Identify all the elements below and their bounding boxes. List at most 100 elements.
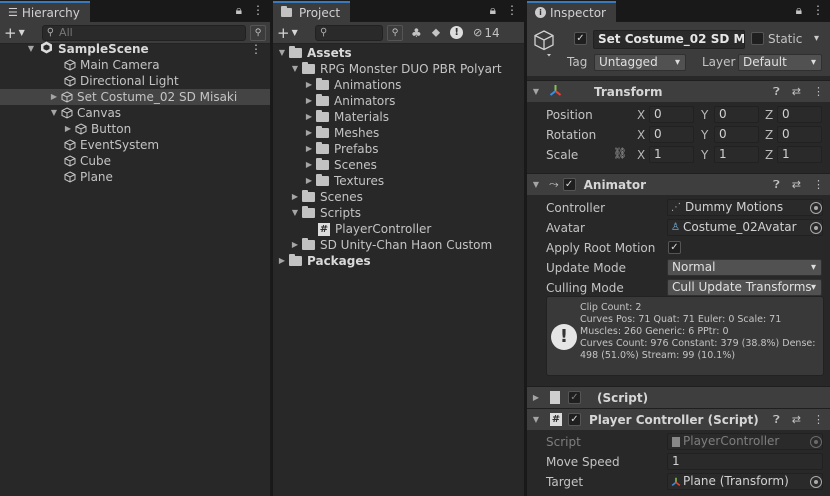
project-item-scripts[interactable]: ▼ Scripts	[290, 205, 361, 221]
search-input[interactable]: ⚲ All	[41, 24, 247, 41]
expanded-arrow-icon[interactable]: ▼	[531, 415, 541, 424]
collapsed-arrow-icon[interactable]: ▶	[304, 173, 314, 189]
hierarchy-item-canvas[interactable]: ▼ Canvas	[49, 105, 121, 121]
apply-root-motion-checkbox[interactable]: ✓	[668, 241, 681, 254]
update-mode-dropdown[interactable]: Normal	[667, 259, 822, 276]
kebab-menu-icon[interactable]: ⋮	[813, 85, 824, 99]
collapsed-arrow-icon[interactable]: ▶	[49, 89, 59, 105]
expanded-arrow-icon[interactable]: ▼	[290, 205, 300, 221]
project-item-materials[interactable]: ▶ Materials	[304, 109, 389, 125]
hierarchy-item-eventsystem[interactable]: EventSystem	[62, 137, 159, 153]
transform-header[interactable]: ▼ Transform ❓︎ ⇄ ⋮	[527, 80, 830, 102]
lock-icon[interactable]: 🔒︎	[490, 3, 496, 18]
lock-icon[interactable]: 🔒︎	[236, 3, 242, 18]
expanded-arrow-icon[interactable]: ▼	[531, 87, 541, 96]
controller-field[interactable]: ⋰ Dummy Motions	[667, 199, 823, 216]
animator-header[interactable]: ▼ ⤳ ✓ Animator ❓︎ ⇄ ⋮	[527, 173, 830, 195]
object-name-input[interactable]: Set Costume_02 SD Misa	[593, 30, 745, 49]
hierarchy-item-plane[interactable]: Plane	[62, 169, 113, 185]
object-picker-icon[interactable]	[810, 222, 822, 234]
tab-inspector[interactable]: i Inspector	[527, 1, 616, 22]
hierarchy-item-set-costume[interactable]: ▶ Set Costume_02 SD Misaki	[0, 89, 270, 105]
expanded-arrow-icon[interactable]: ▼	[290, 61, 300, 77]
project-item-meshes[interactable]: ▶ Meshes	[304, 125, 379, 141]
script-enabled-checkbox[interactable]: ✓	[568, 391, 581, 404]
gameobject-icon[interactable]	[533, 30, 555, 58]
position-x-field[interactable]: 0	[649, 106, 694, 123]
layer-dropdown[interactable]: Default	[738, 54, 822, 71]
hidden-packages-button[interactable]: ⊘ 14	[473, 26, 500, 40]
presets-icon[interactable]: ⇄	[792, 413, 801, 427]
move-speed-field[interactable]: 1	[667, 453, 823, 470]
kebab-menu-icon[interactable]: ⋮	[812, 3, 824, 18]
scale-z-field[interactable]: 1	[777, 146, 822, 163]
project-item-assets[interactable]: ▼ Assets	[277, 45, 352, 61]
project-item-scenes[interactable]: ▶ Scenes	[290, 189, 363, 205]
collapsed-arrow-icon[interactable]: ▶	[304, 93, 314, 109]
project-item-packages[interactable]: ▶ Packages	[277, 253, 371, 269]
script-enabled-checkbox[interactable]: ✓	[568, 413, 581, 426]
collapsed-arrow-icon[interactable]: ▶	[531, 393, 541, 402]
project-item-animations[interactable]: ▶ Animations	[304, 77, 401, 93]
tab-project[interactable]: Project	[273, 1, 351, 22]
collapsed-arrow-icon[interactable]: ▶	[304, 141, 314, 157]
project-item-animators[interactable]: ▶ Animators	[304, 93, 395, 109]
project-item-sd-unity-chan[interactable]: ▶ SD Unity-Chan Haon Custom	[290, 237, 492, 253]
collapsed-arrow-icon[interactable]: ▶	[304, 157, 314, 173]
collapsed-arrow-icon[interactable]: ▶	[63, 121, 73, 137]
scene-row[interactable]: ▼ SampleScene ⋮	[0, 41, 270, 57]
filter-by-label-icon[interactable]: ⬥	[432, 25, 440, 40]
project-item-rpg-monster[interactable]: ▼ RPG Monster DUO PBR Polyart	[290, 61, 502, 77]
static-checkbox[interactable]	[751, 32, 764, 45]
position-z-field[interactable]: 0	[777, 106, 822, 123]
kebab-menu-icon[interactable]: ⋮	[506, 3, 518, 18]
search-filter-button[interactable]: ⚲	[250, 24, 266, 41]
lock-icon[interactable]: 🔒︎	[796, 3, 802, 18]
expanded-arrow-icon[interactable]: ▼	[0, 41, 34, 57]
presets-icon[interactable]: ⇄	[792, 178, 801, 192]
scale-x-field[interactable]: 1	[649, 146, 694, 163]
project-item-scenes-sub[interactable]: ▶ Scenes	[304, 157, 377, 173]
rotation-z-field[interactable]: 0	[777, 126, 822, 143]
collapsed-arrow-icon[interactable]: ▶	[290, 189, 300, 205]
tag-dropdown[interactable]: Untagged	[594, 54, 686, 71]
search-input[interactable]: ⚲	[315, 24, 383, 41]
presets-icon[interactable]: ⇄	[792, 85, 801, 99]
project-item-prefabs[interactable]: ▶ Prefabs	[304, 141, 379, 157]
player-controller-header[interactable]: ▼ # ✓ Player Controller (Script) ❓︎ ⇄ ⋮	[527, 408, 830, 430]
collapsed-arrow-icon[interactable]: ▶	[277, 253, 287, 269]
help-icon[interactable]: ❓︎	[773, 85, 780, 99]
collapsed-arrow-icon[interactable]: ▶	[304, 109, 314, 125]
search-filter-button[interactable]: ⚲	[387, 24, 403, 41]
help-icon[interactable]: ❓︎	[773, 178, 780, 192]
active-checkbox[interactable]: ✓	[574, 32, 587, 45]
project-item-textures[interactable]: ▶ Textures	[304, 173, 384, 189]
culling-mode-dropdown[interactable]: Cull Update Transforms	[667, 279, 822, 296]
help-icon[interactable]: ❓︎	[773, 413, 780, 427]
expanded-arrow-icon[interactable]: ▼	[49, 105, 59, 121]
collapsed-arrow-icon[interactable]: ▶	[304, 125, 314, 141]
collapsed-arrow-icon[interactable]: ▶	[304, 77, 314, 93]
create-button[interactable]: + ▼	[4, 24, 38, 42]
warning-icon[interactable]: !	[450, 26, 464, 39]
expanded-arrow-icon[interactable]: ▼	[277, 45, 287, 61]
expanded-arrow-icon[interactable]: ▼	[531, 180, 541, 189]
rotation-y-field[interactable]: 0	[714, 126, 759, 143]
hierarchy-item-directional-light[interactable]: Directional Light	[62, 73, 179, 89]
hierarchy-item-cube[interactable]: Cube	[62, 153, 111, 169]
filter-by-type-icon[interactable]: ♣	[411, 26, 422, 40]
hierarchy-item-main-camera[interactable]: Main Camera	[62, 57, 160, 73]
rotation-x-field[interactable]: 0	[649, 126, 694, 143]
object-picker-icon[interactable]	[810, 476, 822, 488]
avatar-field[interactable]: ♙ Costume_02Avatar	[667, 219, 823, 236]
hierarchy-item-button[interactable]: ▶ Button	[63, 121, 131, 137]
constrain-proportions-icon[interactable]: ⛓︎	[613, 147, 627, 160]
target-field[interactable]: Plane (Transform)	[667, 473, 823, 490]
animator-enabled-checkbox[interactable]: ✓	[562, 178, 576, 191]
static-dropdown-icon[interactable]: ▾	[814, 33, 819, 44]
kebab-menu-icon[interactable]: ⋮	[813, 178, 824, 192]
position-y-field[interactable]: 0	[714, 106, 759, 123]
create-button[interactable]: + ▼	[277, 24, 311, 42]
object-picker-icon[interactable]	[810, 202, 822, 214]
scale-y-field[interactable]: 1	[714, 146, 759, 163]
